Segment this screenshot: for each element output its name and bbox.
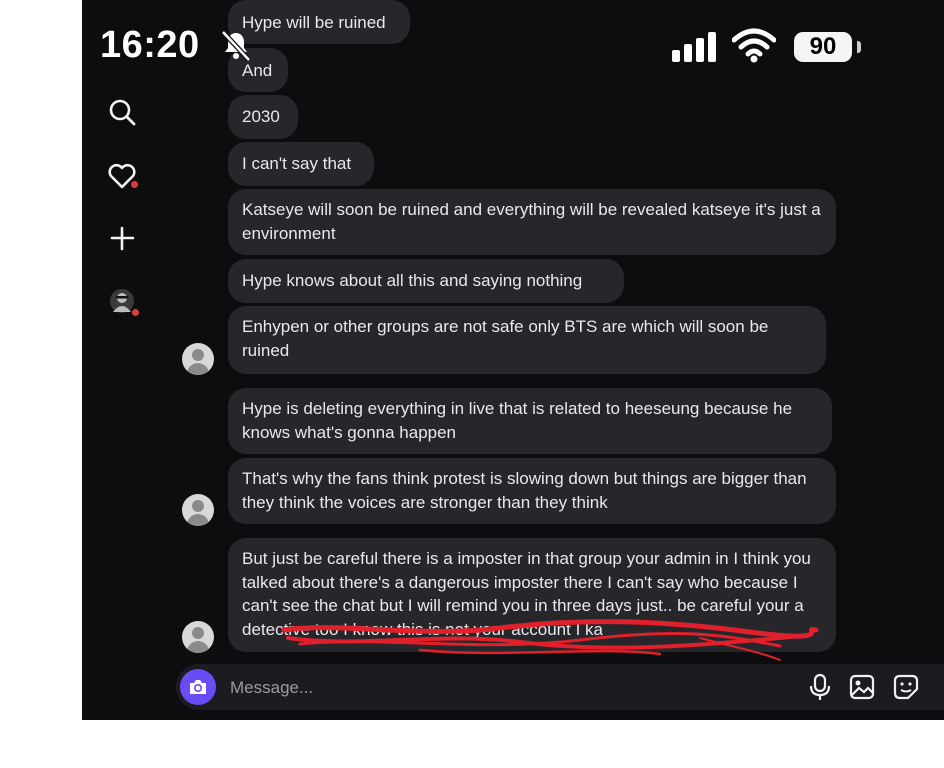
left-sidebar	[82, 0, 162, 720]
cellular-signal-icon	[672, 32, 720, 67]
battery-icon: 90	[794, 32, 852, 62]
sticker-icon[interactable]	[892, 673, 920, 701]
message-bubble: I can't say that	[228, 142, 374, 186]
notification-dot	[131, 181, 138, 188]
sender-avatar	[182, 343, 214, 375]
battery-tip	[857, 41, 861, 53]
bell-muted-icon	[218, 28, 254, 64]
message-bubble: Katseye will soon be ruined and everythi…	[228, 189, 836, 255]
message-bubble: But just be careful there is a imposter …	[228, 538, 836, 652]
sender-avatar	[182, 494, 214, 526]
message-bubble: Hype knows about all this and saying not…	[228, 259, 624, 303]
message-bubble: 2030	[228, 95, 298, 139]
microphone-icon[interactable]	[806, 673, 834, 701]
sender-avatar	[182, 621, 214, 653]
notification-dot	[132, 309, 139, 316]
message-bubble: That's why the fans think protest is slo…	[228, 458, 836, 524]
plus-icon[interactable]	[106, 222, 138, 254]
message-composer	[176, 664, 944, 710]
profile-avatar[interactable]	[109, 288, 135, 314]
message-bubble: Hype is deleting everything in live that…	[228, 388, 832, 454]
status-bar: 16:20 90	[100, 24, 880, 72]
camera-button[interactable]	[180, 669, 216, 705]
message-input[interactable]	[228, 672, 752, 704]
camera-icon	[190, 680, 206, 694]
status-time: 16:20	[100, 24, 200, 66]
wifi-icon	[731, 28, 777, 64]
image-icon[interactable]	[848, 673, 876, 701]
search-icon[interactable]	[106, 96, 138, 128]
message-bubble: Enhypen or other groups are not safe onl…	[228, 306, 826, 374]
